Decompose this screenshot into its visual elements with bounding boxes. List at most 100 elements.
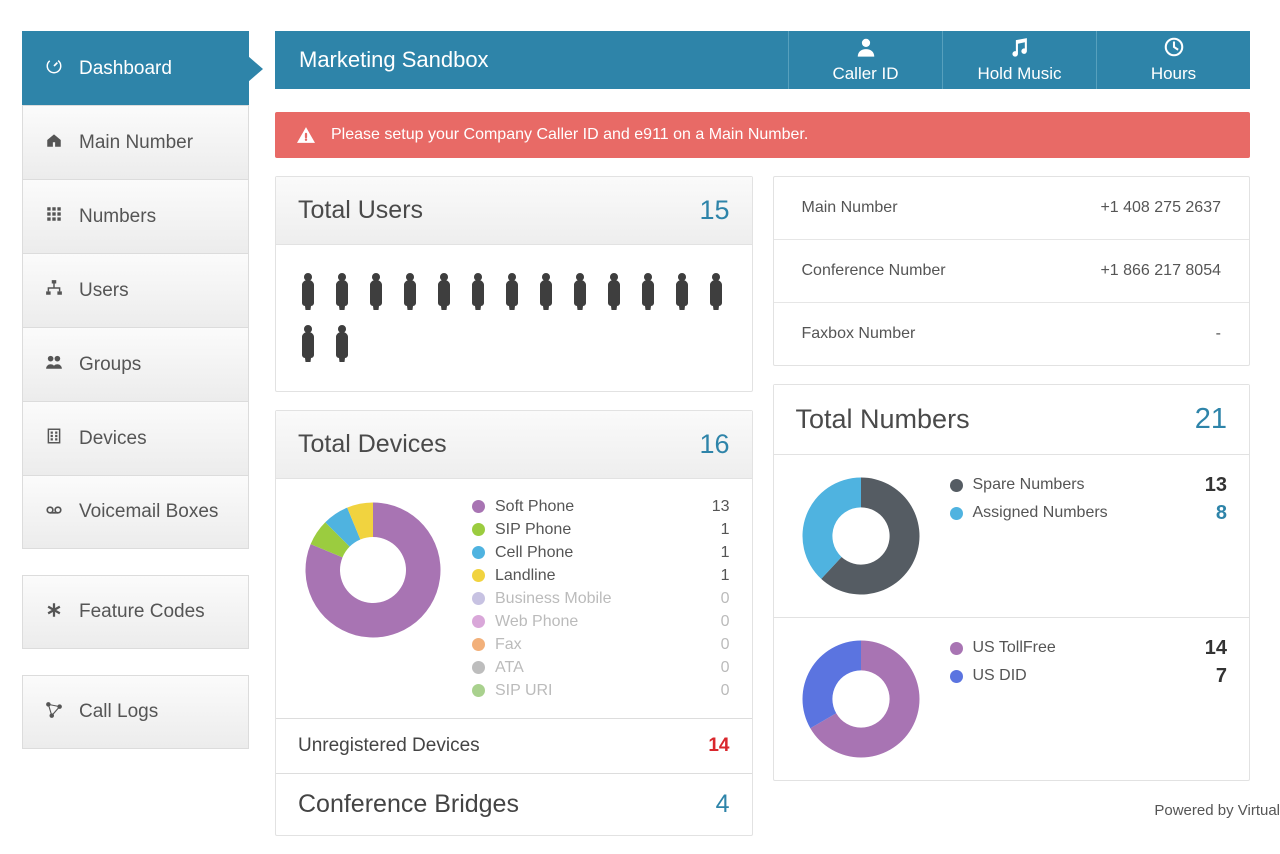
sidebar-item-dashboard[interactable]: Dashboard [22,31,249,105]
info-row: Main Number +1 408 275 2637 [774,177,1250,240]
legend-row: ATA0 [472,656,730,679]
info-row-value: - [1216,325,1221,343]
total-devices-card: Total Devices 16 Soft Phone13SIP Phone1C… [275,410,753,836]
total-devices-title: Total Devices [298,430,447,459]
user-glyph-icon [400,273,420,311]
user-glyph-icon [332,325,352,363]
legend-label: ATA [495,659,690,677]
legend-label: SIP Phone [495,521,690,539]
alert-banner: Please setup your Company Caller ID and … [275,112,1250,158]
legend-row: SIP URI0 [472,679,730,702]
main-content: Please setup your Company Caller ID and … [275,112,1250,854]
sidebar-item-label: Users [79,280,129,302]
sidebar-item-feature-codes[interactable]: Feature Codes [22,575,249,649]
legend-value: 13 [690,498,730,516]
total-numbers-value: 21 [1195,403,1227,436]
legend-row: SIP Phone1 [472,518,730,541]
sidebar-item-call-logs[interactable]: Call Logs [22,675,249,749]
legend-value: 8 [1177,502,1227,525]
sidebar-item-users[interactable]: Users [22,253,249,327]
legend-swatch-icon [950,479,963,492]
legend-swatch-icon [950,507,963,520]
legend-label: Cell Phone [495,544,690,562]
warning-icon [297,126,315,144]
sidebar-item-label: Feature Codes [79,601,205,623]
total-devices-value: 16 [699,429,729,460]
user-glyph-icon [604,273,624,311]
legend-value: 0 [690,613,730,631]
legend-label: Fax [495,636,690,654]
info-row-label: Main Number [802,199,898,217]
sidebar-item-voicemail-boxes[interactable]: Voicemail Boxes [22,475,249,549]
user-glyph-row [276,245,752,391]
legend-row: US DID7 [950,662,1228,690]
legend-row: Assigned Numbers8 [950,499,1228,527]
sidebar-item-label: Devices [79,428,147,450]
sidebar-item-label: Call Logs [79,701,158,723]
legend-label: Web Phone [495,613,690,631]
legend-swatch-icon [472,615,485,628]
user-glyph-icon [672,273,692,311]
sidebar-item-label: Numbers [79,206,156,228]
numbers-type-legend: US TollFree14US DID7 [950,634,1228,690]
total-numbers-title: Total Numbers [796,404,970,435]
info-row-value: +1 408 275 2637 [1100,199,1221,217]
sidebar-item-devices[interactable]: Devices [22,401,249,475]
legend-value: 1 [690,544,730,562]
devices-legend: Soft Phone13SIP Phone1Cell Phone1Landlin… [472,495,730,702]
devices-donut-chart [298,495,448,645]
legend-row: Cell Phone1 [472,541,730,564]
sidebar-item-groups[interactable]: Groups [22,327,249,401]
total-users-value: 15 [699,195,729,226]
legend-row: Web Phone0 [472,610,730,633]
home-icon [39,131,69,154]
sitemap-icon [39,279,69,302]
total-users-card: Total Users 15 [275,176,753,392]
legend-label: US TollFree [973,639,1178,657]
legend-row: Spare Numbers13 [950,471,1228,499]
legend-swatch-icon [950,670,963,683]
page-title: Marketing Sandbox [275,31,788,89]
sidebar-item-main-number[interactable]: Main Number [22,105,249,179]
legend-value: 1 [690,567,730,585]
conference-bridges-value: 4 [716,790,730,819]
legend-value: 13 [1177,474,1227,497]
header-btn-label: Hold Music [977,64,1061,84]
legend-swatch-icon [472,661,485,674]
header-btn-caller-id[interactable]: Caller ID [788,31,942,89]
legend-value: 0 [690,636,730,654]
conference-bridges-title: Conference Bridges [298,790,519,819]
numbers-breakdown-chart [796,471,926,601]
building-icon [39,427,69,450]
legend-swatch-icon [472,500,485,513]
legend-row: US TollFree14 [950,634,1228,662]
header-btn-hold-music[interactable]: Hold Music [942,31,1096,89]
user-glyph-icon [570,273,590,311]
legend-label: Landline [495,567,690,585]
legend-row: Soft Phone13 [472,495,730,518]
legend-swatch-icon [950,642,963,655]
alert-text: Please setup your Company Caller ID and … [331,126,808,144]
unregistered-label: Unregistered Devices [298,735,480,757]
numbers-type-chart [796,634,926,764]
sidebar-item-numbers[interactable]: Numbers [22,179,249,253]
voicemail-icon [39,501,69,524]
legend-swatch-icon [472,592,485,605]
info-row: Faxbox Number- [774,303,1250,365]
donut-slice [802,641,861,729]
numbers-info-card: Main Number+1 408 275 2637Conference Num… [773,176,1251,366]
legend-value: 1 [690,521,730,539]
legend-swatch-icon [472,546,485,559]
sidebar: DashboardMain Number Numbers Users Groups De… [22,31,249,775]
legend-label: Business Mobile [495,590,690,608]
legend-value: 7 [1177,665,1227,688]
user-glyph-icon [468,273,488,311]
legend-value: 0 [690,682,730,700]
users-icon [39,353,69,376]
sidebar-item-label: Groups [79,354,141,376]
gauge-icon [39,57,69,80]
header-btn-hours[interactable]: Hours [1096,31,1250,89]
numbers-breakdown-legend: Spare Numbers13Assigned Numbers8 [950,471,1228,527]
legend-row: Fax0 [472,633,730,656]
user-glyph-icon [332,273,352,311]
